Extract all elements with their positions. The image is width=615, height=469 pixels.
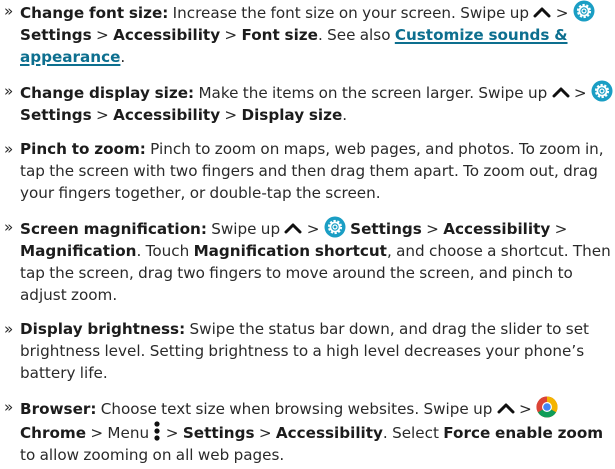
settings-gear-icon <box>573 0 595 22</box>
separator: > <box>96 26 109 44</box>
settings-gear-icon <box>324 216 346 238</box>
separator: > <box>96 106 109 124</box>
separator: > <box>306 220 320 238</box>
accessibility-label: Accessibility <box>275 424 383 442</box>
item-text: Swipe up <box>211 220 281 238</box>
separator: > <box>555 4 569 22</box>
item-text: . Touch <box>136 242 190 260</box>
bullet: » <box>4 398 14 416</box>
settings-label: Settings <box>182 424 255 442</box>
separator: > <box>519 400 532 418</box>
chrome-label: Chrome <box>20 424 87 442</box>
item-label: Pinch to zoom: <box>20 140 146 158</box>
menu-label: Menu <box>107 424 150 442</box>
accessibility-label: Accessibility <box>113 106 221 124</box>
item-text: . <box>120 48 126 66</box>
bullet: » <box>4 218 14 236</box>
item-display-brightness: » Display brightness: Swipe the status b… <box>2 318 615 384</box>
item-change-font-size: » Change font size: Increase the font si… <box>2 0 615 68</box>
magnification-shortcut-label: Magnification shortcut <box>193 242 387 260</box>
accessibility-document: » Change font size: Increase the font si… <box>0 0 615 466</box>
separator: > <box>224 26 238 44</box>
bullet: » <box>4 2 14 20</box>
settings-gear-icon <box>591 80 613 102</box>
settings-label: Settings <box>350 220 422 238</box>
separator: > <box>224 106 238 124</box>
item-change-display-size: » Change display size: Make the items on… <box>2 80 615 126</box>
chrome-icon <box>536 396 558 418</box>
item-text: Increase the font size on your screen. S… <box>172 4 530 22</box>
separator: > <box>258 424 272 442</box>
display-size-label: Display size <box>241 106 343 124</box>
bullet: » <box>4 140 14 158</box>
caret-up-icon <box>533 7 551 18</box>
item-label: Change display size: <box>20 84 195 102</box>
force-enable-zoom-label: Force enable zoom <box>443 424 604 442</box>
separator: > <box>165 424 179 442</box>
item-label: Change font size: <box>20 4 169 22</box>
item-text: Choose text size when browsing websites.… <box>100 400 493 418</box>
caret-up-icon <box>497 403 515 414</box>
menu-kebab-icon <box>154 421 161 441</box>
item-browser: » Browser: Choose text size when browsin… <box>2 396 615 466</box>
separator: > <box>554 220 568 238</box>
separator: > <box>90 424 104 442</box>
item-label: Screen magnification: <box>20 220 207 238</box>
separator: > <box>573 84 587 102</box>
item-text: Make the items on the screen larger. Swi… <box>198 84 548 102</box>
item-text: . See also <box>317 26 391 44</box>
separator: > <box>426 220 439 238</box>
settings-label: Settings <box>20 106 92 124</box>
item-text: to allow zooming on all web pages. <box>20 446 285 464</box>
item-label: Display brightness: <box>20 320 186 338</box>
accessibility-label: Accessibility <box>443 220 551 238</box>
settings-label: Settings <box>20 26 92 44</box>
item-pinch-to-zoom: » Pinch to zoom: Pinch to zoom on maps, … <box>2 138 615 204</box>
item-text: . <box>342 106 348 124</box>
font-size-label: Font size <box>241 26 318 44</box>
caret-up-icon <box>284 223 302 234</box>
item-screen-magnification: » Screen magnification: Swipe up > Setti… <box>2 216 615 306</box>
item-label: Browser: <box>20 400 97 418</box>
bullet: » <box>4 82 14 100</box>
bullet: » <box>4 320 14 338</box>
caret-up-icon <box>552 87 570 98</box>
accessibility-label: Accessibility <box>113 26 221 44</box>
magnification-label: Magnification <box>20 242 137 260</box>
item-text: . Select <box>382 424 439 442</box>
